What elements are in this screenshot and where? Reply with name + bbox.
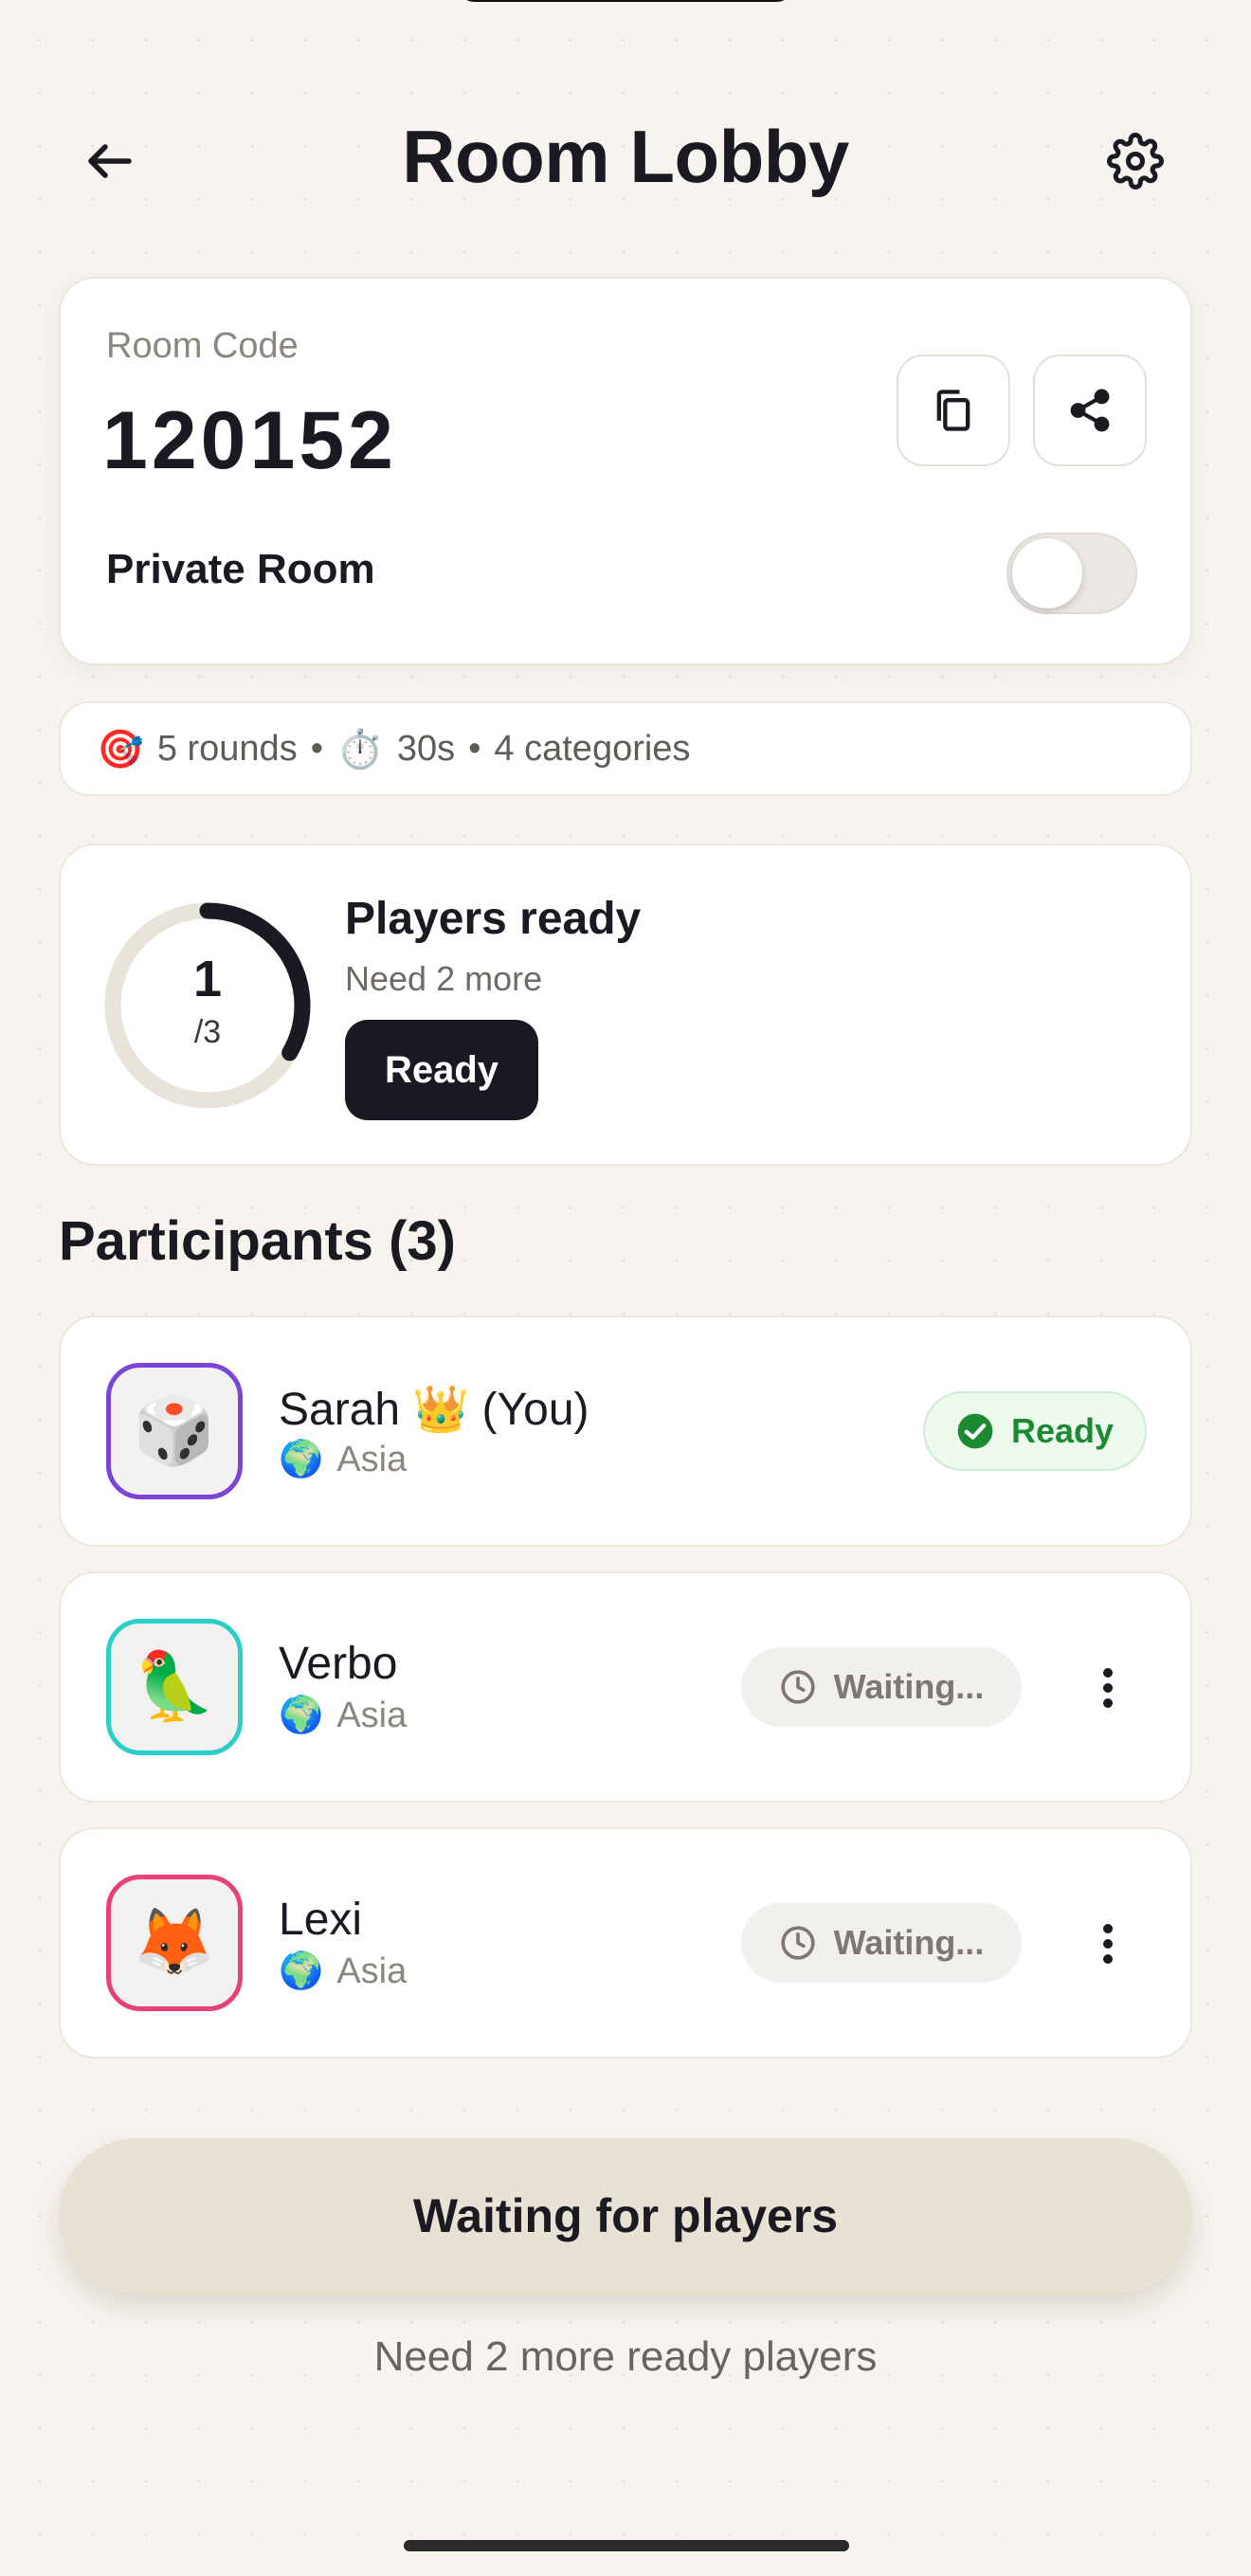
share-icon	[1070, 389, 1110, 432]
status-badge: Waiting...	[741, 1903, 1022, 1983]
status-text: Ready	[1010, 1411, 1115, 1450]
separator: •	[310, 728, 324, 769]
ready-total: /3	[193, 1014, 222, 1050]
share-button[interactable]	[1033, 354, 1147, 466]
status-text: Waiting...	[833, 1923, 985, 1962]
game-settings-summary: 🎯 5 rounds • ⏱️ 30s • 4 categories	[59, 701, 1192, 796]
private-room-toggle[interactable]	[1006, 533, 1137, 614]
more-vertical-icon	[1103, 1924, 1113, 1964]
room-code-value: 120152	[102, 395, 397, 486]
ready-title: Players ready	[345, 894, 642, 944]
copy-code-button[interactable]	[897, 354, 1010, 466]
room-code-label: Room Code	[106, 326, 299, 366]
region-text: Asia	[336, 1951, 408, 1991]
globe-icon: 🌍	[279, 1951, 324, 1991]
more-options-button[interactable]	[1075, 1655, 1141, 1721]
participant-row: 🎲 Sarah 👑 (You) 🌍 Asia Ready	[59, 1315, 1192, 1547]
copy-icon	[936, 390, 970, 431]
participant-region: 🌍 Asia	[279, 1950, 407, 1992]
more-options-button[interactable]	[1075, 1911, 1141, 1977]
device-notch	[459, 0, 792, 2]
globe-icon: 🌍	[279, 1696, 324, 1735]
more-vertical-icon	[1103, 1668, 1113, 1708]
region-text: Asia	[336, 1696, 408, 1735]
region-text: Asia	[336, 1440, 408, 1479]
participant-name: Lexi	[279, 1895, 363, 1945]
avatar: 🦊	[106, 1875, 243, 2011]
private-room-label: Private Room	[106, 546, 375, 592]
ready-subtitle: Need 2 more	[345, 959, 543, 998]
timer-icon: ⏱️	[336, 728, 384, 771]
ready-button[interactable]: Ready	[345, 1020, 538, 1120]
globe-icon: 🌍	[279, 1440, 324, 1479]
participant-region: 🌍 Asia	[279, 1439, 407, 1480]
participant-name: Verbo	[279, 1639, 398, 1689]
time-text: 30s	[396, 728, 456, 769]
gear-icon	[1107, 133, 1164, 190]
ready-count: 1	[192, 951, 223, 1007]
participants-heading: Participants (3)	[59, 1210, 456, 1272]
ready-hint-text: Need 2 more ready players	[373, 2333, 878, 2380]
status-badge: Ready	[923, 1391, 1147, 1471]
status-text: Waiting...	[833, 1667, 985, 1706]
home-indicator	[404, 2540, 849, 2551]
status-badge: Waiting...	[741, 1647, 1022, 1727]
waiting-for-players-button[interactable]: Waiting for players	[59, 2138, 1192, 2294]
header: Room Lobby	[0, 104, 1251, 209]
participant-name: Sarah 👑 (You)	[279, 1385, 589, 1435]
check-circle-icon	[957, 1413, 993, 1449]
categories-text: 4 categories	[494, 728, 691, 769]
clock-icon	[781, 1926, 815, 1960]
separator: •	[468, 728, 481, 769]
participant-region: 🌍 Asia	[279, 1695, 407, 1736]
settings-button[interactable]	[1099, 125, 1171, 197]
target-icon: 🎯	[97, 728, 144, 771]
participant-row: 🦜 Verbo 🌍 Asia Waiting...	[59, 1571, 1192, 1803]
avatar: 🎲	[106, 1363, 243, 1499]
room-code-card: Room Code 120152 Private Room	[59, 277, 1192, 665]
toggle-knob	[1012, 538, 1082, 608]
avatar: 🦜	[106, 1619, 243, 1755]
page-title: Room Lobby	[402, 115, 849, 198]
rounds-text: 5 rounds	[156, 728, 298, 769]
ready-status-card: 1 /3 Players ready Need 2 more Ready	[59, 844, 1192, 1166]
clock-icon	[781, 1670, 815, 1704]
participant-row: 🦊 Lexi 🌍 Asia Waiting...	[59, 1827, 1192, 2059]
